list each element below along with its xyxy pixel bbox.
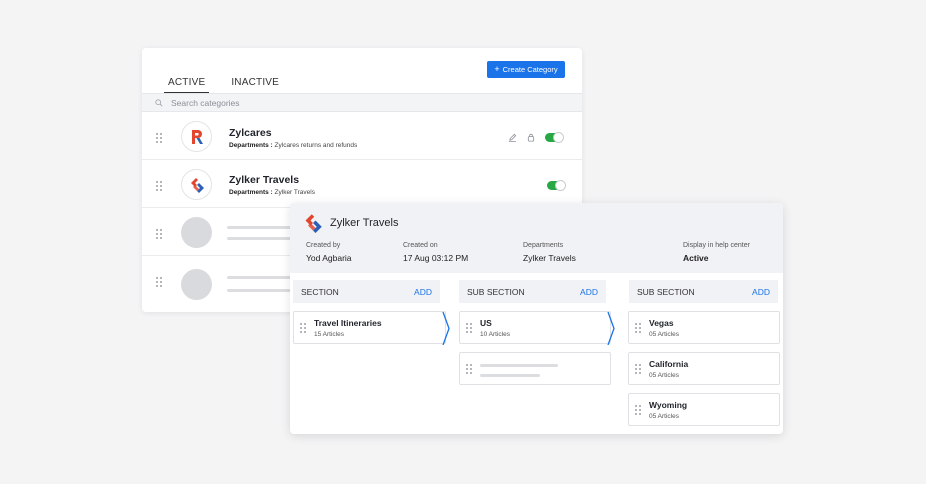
card-subtitle: 05 Articles — [649, 413, 679, 420]
category-row[interactable]: Zylcares Departments : Zylcares returns … — [142, 113, 582, 160]
display-help-center-value: Active — [683, 253, 709, 263]
drag-handle-icon[interactable] — [300, 323, 306, 333]
drag-handle-icon — [156, 277, 162, 287]
placeholder-line — [227, 276, 297, 279]
add-section-button[interactable]: ADD — [414, 287, 432, 297]
placeholder-line — [480, 364, 558, 367]
zylcares-logo — [181, 121, 212, 152]
card-title: Wyoming — [649, 400, 688, 410]
create-category-button[interactable]: + Create Category — [487, 61, 565, 78]
created-by-value: Yod Agbaria — [306, 253, 352, 263]
column-title: SECTION — [301, 286, 339, 297]
row-actions — [508, 132, 564, 143]
card-subtitle: 10 Articles — [480, 331, 510, 338]
search-input[interactable] — [171, 97, 371, 108]
departments-value: Zylker Travels — [523, 253, 576, 263]
departments-label: Departments — [523, 242, 564, 249]
search-icon — [155, 98, 163, 106]
card-subtitle: 05 Articles — [649, 331, 679, 338]
add-subsection-button[interactable]: ADD — [752, 287, 770, 297]
category-departments: Departments : Zylcares returns and refun… — [229, 142, 358, 149]
category-tabs: ACTIVE INACTIVE — [164, 77, 301, 93]
placeholder-line — [227, 289, 297, 292]
subsection-card[interactable]: US 10 Articles — [459, 311, 615, 345]
category-name: Zylker Travels — [229, 174, 300, 186]
enable-toggle[interactable] — [547, 180, 566, 191]
lock-icon[interactable] — [527, 133, 535, 142]
add-subsection-button[interactable]: ADD — [580, 287, 598, 297]
drag-handle-icon[interactable] — [156, 181, 162, 191]
card-title: California — [649, 359, 689, 369]
placeholder-line — [227, 226, 297, 229]
category-departments: Departments : Zylker Travels — [229, 189, 315, 196]
zylker-travels-logo — [305, 214, 322, 233]
drag-handle-icon[interactable] — [635, 405, 641, 415]
column-title: SUB SECTION — [637, 286, 695, 297]
card-title: US — [480, 318, 492, 328]
created-by-label: Created by — [306, 242, 341, 249]
placeholder-line — [227, 237, 297, 240]
chevron-right-icon — [607, 312, 615, 345]
subsection-card[interactable]: California 05 Articles — [628, 352, 780, 385]
drag-handle-icon — [466, 364, 472, 374]
drag-handle-icon[interactable] — [635, 364, 641, 374]
subsection-card[interactable]: Wyoming 05 Articles — [628, 393, 780, 426]
section-column-header: SECTION ADD — [293, 280, 440, 303]
card-subtitle: 05 Articles — [649, 372, 679, 379]
chevron-right-icon — [442, 312, 450, 345]
card-subtitle: 15 Articles — [314, 331, 344, 338]
plus-icon: + — [494, 64, 500, 74]
subsection-card-placeholder — [459, 352, 611, 385]
card-title: Vegas — [649, 318, 674, 328]
section-card[interactable]: Travel Itineraries 15 Articles — [293, 311, 450, 345]
created-on-label: Created on — [403, 242, 438, 249]
edit-icon[interactable] — [508, 133, 517, 142]
category-detail-panel: Zylker Travels Created by Yod Agbaria Cr… — [290, 203, 783, 434]
create-category-label: Create Category — [502, 65, 558, 74]
drag-handle-icon[interactable] — [466, 323, 472, 333]
drag-handle-icon — [156, 229, 162, 239]
placeholder-avatar — [181, 217, 212, 248]
subsection-column-header: SUB SECTION ADD — [629, 280, 778, 303]
subsection-column-header: SUB SECTION ADD — [459, 280, 606, 303]
tab-active[interactable]: ACTIVE — [164, 77, 210, 93]
category-name: Zylcares — [229, 127, 272, 139]
placeholder-avatar — [181, 269, 212, 300]
subsection-card[interactable]: Vegas 05 Articles — [628, 311, 780, 344]
column-title: SUB SECTION — [467, 286, 525, 297]
tab-inactive[interactable]: INACTIVE — [227, 77, 283, 93]
drag-handle-icon[interactable] — [156, 133, 162, 143]
detail-header: Zylker Travels Created by Yod Agbaria Cr… — [290, 203, 783, 273]
category-row[interactable]: Zylker Travels Departments : Zylker Trav… — [142, 161, 582, 208]
detail-title: Zylker Travels — [330, 217, 399, 229]
drag-handle-icon[interactable] — [635, 323, 641, 333]
zylker-travels-logo — [181, 169, 212, 200]
search-bar — [142, 93, 582, 112]
placeholder-line — [480, 374, 540, 377]
card-title: Travel Itineraries — [314, 318, 382, 328]
enable-toggle[interactable] — [545, 132, 564, 143]
display-help-center-label: Display in help center — [683, 242, 750, 249]
created-on-value: 17 Aug 03:12 PM — [403, 253, 469, 263]
row-actions — [547, 180, 566, 191]
